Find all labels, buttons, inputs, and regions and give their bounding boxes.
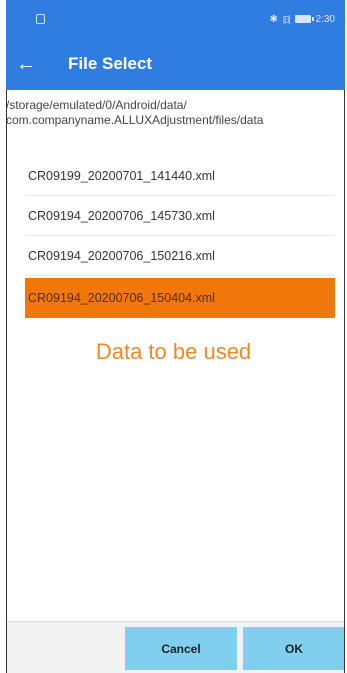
battery-icon (294, 15, 314, 23)
frame-border (6, 90, 7, 673)
back-arrow-icon: ← (16, 53, 36, 75)
file-item-selected[interactable]: CR09194_20200706_150404.xml (25, 278, 335, 318)
app-screen: ✱ |▯| 2:30 ← File Select /storage/emulat… (0, 0, 347, 673)
file-item[interactable]: CR09194_20200706_150216.xml (25, 236, 335, 276)
ok-button[interactable]: OK (243, 627, 345, 670)
file-item[interactable]: CR09194_20200706_145730.xml (25, 196, 335, 236)
file-list: CR09199_20200701_141440.xml CR09194_2020… (25, 156, 335, 318)
app-bar: ← File Select (6, 38, 345, 90)
bottom-button-bar: Cancel OK (6, 621, 345, 673)
frame-border (344, 90, 345, 673)
page-title: File Select (68, 54, 153, 73)
back-button[interactable]: ← (6, 38, 52, 90)
notification-icon (36, 14, 45, 24)
vibrate-icon: |▯| (282, 13, 291, 24)
status-bar: ✱ |▯| 2:30 (6, 0, 345, 38)
bluetooth-icon: ✱ (269, 13, 278, 25)
directory-path: /storage/emulated/0/Android/data/ com.co… (6, 98, 344, 128)
cancel-button[interactable]: Cancel (125, 627, 237, 670)
annotation-label: Data to be used (95, 339, 252, 364)
status-time: 2:30 (315, 13, 335, 25)
directory-path-line-1: /storage/emulated/0/Android/data/ (6, 98, 187, 112)
directory-path-line-2: com.companyname.ALLUXAdjustment/files/da… (6, 113, 264, 127)
status-indicators: ✱ |▯| 2:30 (270, 14, 336, 25)
file-item[interactable]: CR09199_20200701_141440.xml (25, 156, 335, 196)
